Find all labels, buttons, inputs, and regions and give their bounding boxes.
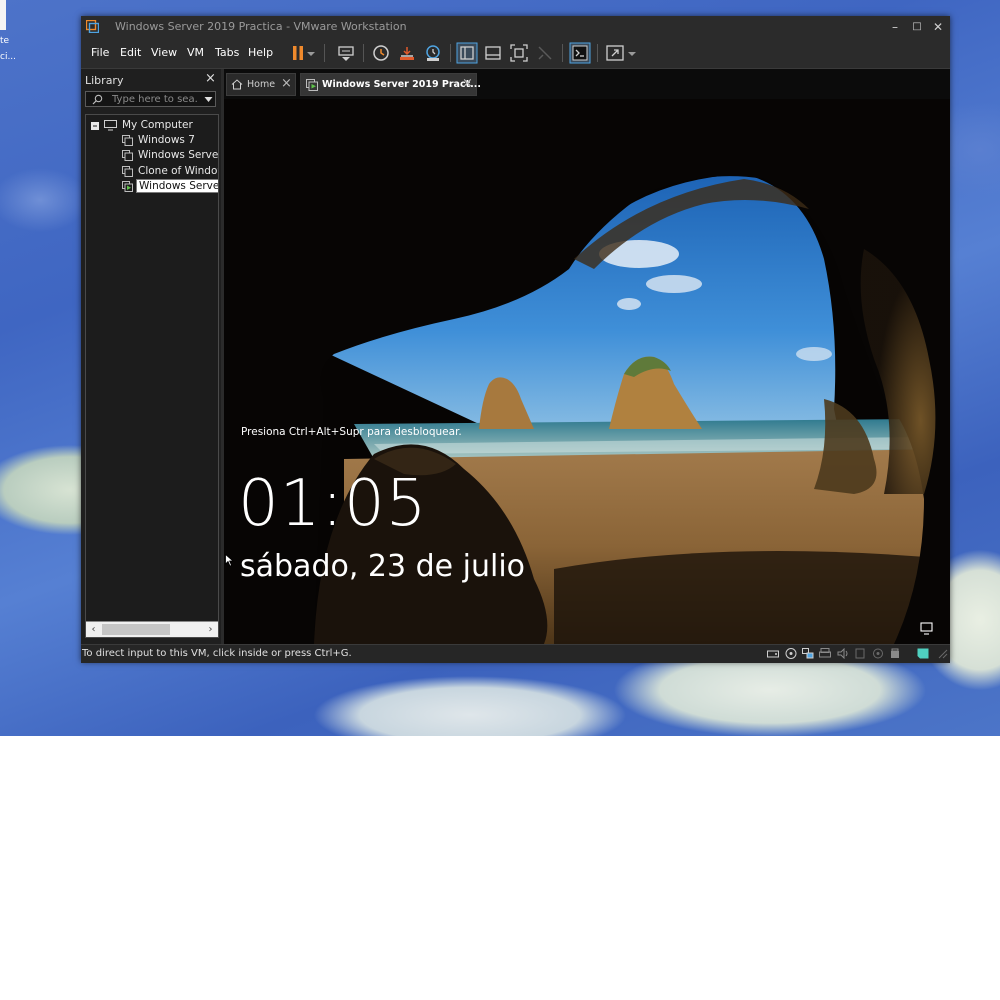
library-tree: My Computer Windows 7 Windows Server 2	[85, 114, 219, 638]
menu-tabs[interactable]: Tabs	[215, 46, 239, 59]
tree-item-my-computer[interactable]: My Computer	[86, 118, 218, 133]
snapshot-icon[interactable]	[370, 42, 392, 64]
tab-vm-label: Windows Server 2019 Pract...	[322, 79, 481, 90]
lockscreen-date: sábado, 23 de julio	[240, 549, 526, 584]
tree-item-label: Clone of Window	[138, 165, 218, 177]
toolbar-separator	[324, 44, 325, 62]
vmware-app-icon	[86, 20, 99, 33]
collapse-icon[interactable]	[91, 122, 99, 130]
vm-running-icon	[306, 79, 318, 91]
tree-item-vm-selected[interactable]: Windows Server 2	[86, 179, 218, 194]
tree-item-vm[interactable]: Windows Server 2	[86, 148, 218, 163]
vm-running-icon	[122, 181, 133, 192]
toolbar-separator	[450, 44, 451, 62]
scroll-right-arrow-icon[interactable]: ›	[204, 623, 217, 636]
usb-controller-icon[interactable]	[854, 648, 866, 659]
vm-icon	[122, 150, 133, 161]
status-bar: To direct input to this VM, click inside…	[81, 644, 950, 663]
menu-vm[interactable]: VM	[187, 46, 204, 59]
toolbar-separator	[363, 44, 364, 62]
stretch-guest-icon[interactable]	[604, 42, 626, 64]
tree-root-label: My Computer	[122, 119, 193, 131]
cd-dvd-icon[interactable]	[785, 648, 797, 659]
home-icon	[231, 79, 243, 90]
library-title: Library	[85, 74, 124, 87]
unity-icon	[538, 46, 552, 60]
tree-item-label: Windows Server 2	[136, 179, 218, 193]
lockscreen-time: 01:05	[238, 467, 428, 541]
library-panel: Library × My Computer	[81, 69, 224, 644]
hard-disk-icon[interactable]	[767, 648, 779, 659]
scrollbar-thumb[interactable]	[102, 624, 170, 635]
vm-console-screen[interactable]: Presiona Ctrl+Alt+Supr para desbloquear.…	[224, 99, 950, 644]
console-view-icon[interactable]	[569, 42, 591, 64]
maximize-button[interactable]: □	[909, 19, 925, 35]
desktop-icon-label-2: ci...	[0, 52, 17, 62]
printer-icon[interactable]	[819, 648, 831, 659]
revert-snapshot-icon[interactable]	[396, 42, 418, 64]
mouse-cursor-icon	[225, 554, 234, 567]
dropdown-arrow-icon[interactable]	[305, 42, 317, 64]
library-search-input[interactable]	[112, 93, 198, 105]
vm-icon	[122, 166, 133, 177]
tab-bar: Home × Windows Server 2019 Pract... ×	[224, 69, 950, 99]
fullscreen-icon[interactable]	[508, 42, 530, 64]
minimize-button[interactable]: –	[887, 19, 903, 35]
vm-icon	[122, 135, 133, 146]
send-ctrl-alt-del-icon[interactable]	[335, 42, 357, 64]
sound-card-icon[interactable]	[837, 648, 849, 659]
tab-home-label: Home	[247, 79, 276, 90]
toolbar-separator	[597, 44, 598, 62]
tab-close-icon[interactable]: ×	[462, 76, 473, 91]
toolbar-separator	[562, 44, 563, 62]
library-search-box[interactable]	[85, 91, 216, 107]
snapshot-manager-icon[interactable]	[422, 42, 444, 64]
desktop-file-icon[interactable]	[0, 0, 6, 30]
tab-close-icon[interactable]: ×	[281, 76, 292, 91]
display-icon[interactable]	[889, 648, 901, 659]
library-horizontal-scrollbar[interactable]: ‹ ›	[86, 621, 218, 637]
library-close-icon[interactable]: ×	[205, 71, 216, 86]
chevron-down-icon[interactable]	[204, 95, 213, 104]
menu-help[interactable]: Help	[248, 46, 273, 59]
tree-item-vm[interactable]: Windows 7	[86, 133, 218, 148]
menu-file[interactable]: File	[91, 46, 109, 59]
tree-item-label: Windows Server 2	[138, 149, 218, 161]
tree-item-label: Windows 7	[138, 134, 195, 146]
menu-view[interactable]: View	[151, 46, 177, 59]
menu-edit[interactable]: Edit	[120, 46, 141, 59]
status-message: To direct input to this VM, click inside…	[82, 648, 352, 659]
show-library-icon[interactable]	[456, 42, 478, 64]
message-log-icon[interactable]	[917, 648, 929, 659]
window-title: Windows Server 2019 Practica - VMware Wo…	[115, 20, 407, 33]
close-button[interactable]: ✕	[930, 19, 946, 35]
computer-icon	[104, 120, 117, 131]
scroll-left-arrow-icon[interactable]: ‹	[87, 623, 100, 636]
menu-toolbar: File Edit View VM Tabs Help	[81, 38, 950, 69]
tab-home[interactable]: Home ×	[226, 73, 296, 96]
camera-icon[interactable]	[872, 648, 884, 659]
lockscreen-unlock-hint: Presiona Ctrl+Alt+Supr para desbloquear.	[241, 426, 462, 438]
show-thumbnail-bar-icon[interactable]	[482, 42, 504, 64]
vmware-window: Windows Server 2019 Practica - VMware Wo…	[81, 16, 950, 663]
title-bar[interactable]: Windows Server 2019 Practica - VMware Wo…	[81, 16, 950, 38]
tree-item-vm[interactable]: Clone of Window	[86, 164, 218, 179]
desktop-icon-label-1: te	[0, 36, 10, 46]
search-icon	[92, 94, 103, 105]
dropdown-arrow-icon[interactable]	[626, 42, 638, 64]
tab-windows-server[interactable]: Windows Server 2019 Pract... ×	[300, 73, 481, 96]
resize-grip-icon[interactable]	[936, 648, 948, 659]
network-adapter-icon[interactable]	[802, 648, 814, 659]
